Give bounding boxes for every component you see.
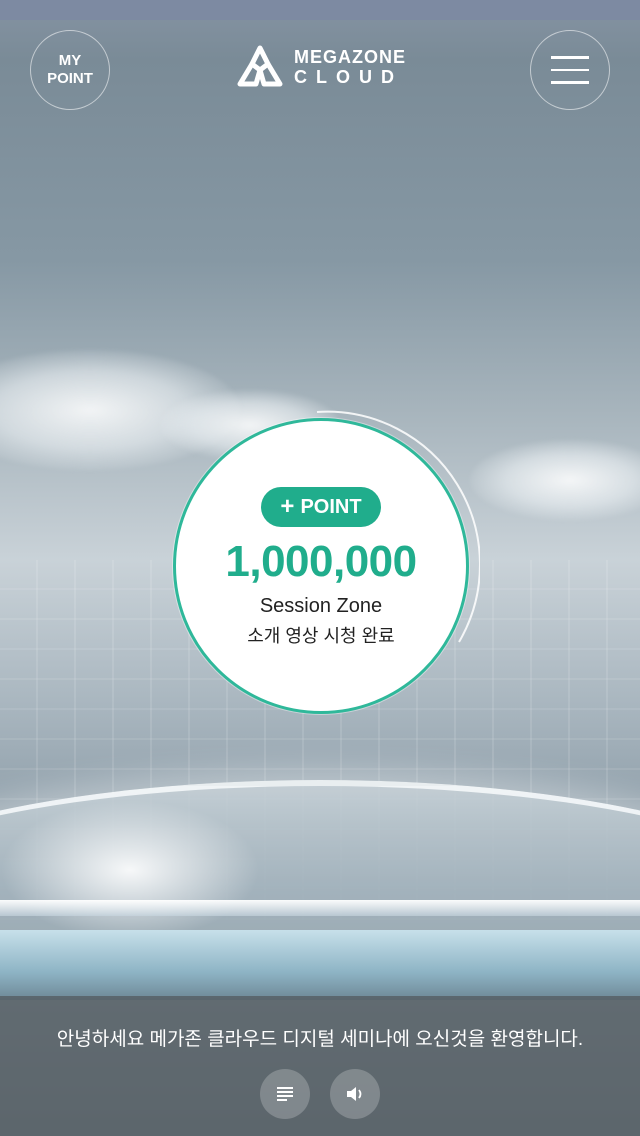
logo-text-line1: MEGAZONE [294, 47, 407, 67]
my-point-button[interactable]: MY POINT [30, 30, 110, 110]
water [0, 930, 640, 1000]
point-badge-label: POINT [300, 495, 362, 518]
session-description: 소개 영상 시청 완료 [247, 626, 395, 646]
menu-button[interactable] [530, 30, 610, 110]
hamburger-menu-icon [551, 56, 589, 59]
point-card: + POINT 1,000,000 Session Zone 소개 영상 시청 … [173, 418, 469, 714]
point-value: 1,000,000 [225, 537, 417, 586]
sound-button[interactable] [330, 1069, 380, 1119]
text-align-icon [277, 1087, 293, 1101]
plus-icon: + [280, 493, 295, 520]
speaker-icon [347, 1087, 362, 1101]
my-point-label-2: POINT [47, 70, 93, 87]
mountain-right [470, 440, 640, 520]
my-point-label-1: MY [58, 52, 82, 69]
light-glow [0, 800, 260, 940]
hamburger-line [551, 81, 589, 84]
welcome-message: 안녕하세요 메가존 클라우드 디지털 세미나에 오신것을 환영합니다. [56, 1029, 584, 1050]
logo[interactable]: MEGAZONE CLOUD [236, 44, 406, 90]
text-button[interactable] [260, 1069, 310, 1119]
hamburger-line [551, 68, 589, 72]
top-strip [0, 0, 640, 20]
bottom-controls [260, 1069, 380, 1119]
logo-text-line2: CLOUD [294, 67, 403, 87]
bottom-bar: 안녕하세요 메가존 클라우드 디지털 세미나에 오신것을 환영합니다. [0, 996, 640, 1136]
point-badge: + POINT [261, 487, 381, 527]
megazone-logo-icon [237, 45, 283, 87]
ring-line [0, 900, 640, 916]
session-zone-label: Session Zone [259, 595, 383, 617]
